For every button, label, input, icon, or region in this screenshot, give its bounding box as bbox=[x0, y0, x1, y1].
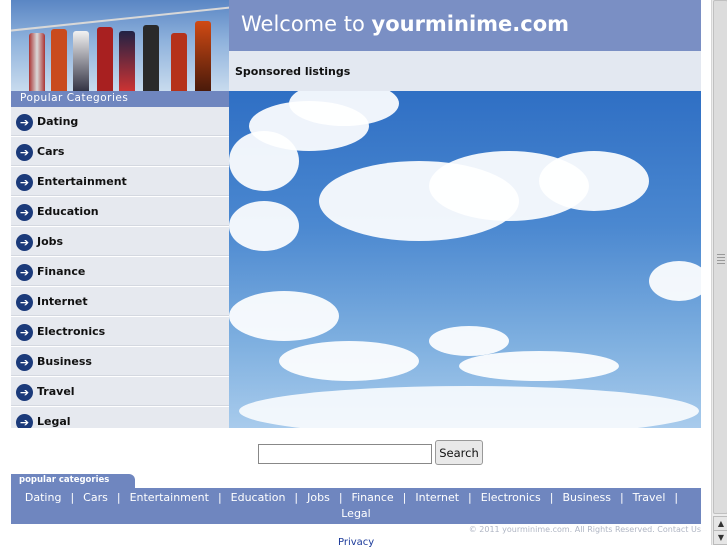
arrow-circle-icon: ➔ bbox=[16, 204, 33, 221]
footer-link[interactable]: Legal bbox=[341, 507, 370, 520]
footer-links-row: Dating | Cars | Entertainment | Education | Jobs… bbox=[11, 490, 701, 505]
sidebar-item-label[interactable]: Internet bbox=[37, 295, 88, 308]
sidebar-item-education[interactable]: ➔ Education bbox=[11, 197, 229, 226]
hanging-garment bbox=[29, 33, 45, 91]
cloud bbox=[239, 386, 699, 428]
cloud bbox=[279, 341, 419, 381]
sidebar-item-label[interactable]: Electronics bbox=[37, 325, 105, 338]
sidebar-item-label[interactable]: Education bbox=[37, 205, 99, 218]
grip-icon bbox=[717, 254, 725, 266]
page-frame: Welcome to yourminime.com Sponsored list… bbox=[11, 0, 701, 548]
cloud bbox=[539, 151, 649, 211]
scroll-up-icon[interactable]: ▲ bbox=[713, 516, 727, 531]
footer-link[interactable]: Electronics bbox=[481, 491, 541, 504]
arrow-circle-icon: ➔ bbox=[16, 144, 33, 161]
cloud bbox=[229, 131, 299, 191]
arrow-circle-icon: ➔ bbox=[16, 294, 33, 311]
footer-separator: | bbox=[402, 491, 407, 504]
hanging-garment bbox=[143, 25, 159, 91]
footer-link[interactable]: Finance bbox=[352, 491, 394, 504]
sky-image bbox=[229, 91, 701, 428]
footer-links-row: Legal bbox=[11, 506, 701, 521]
footer-separator: | bbox=[70, 491, 75, 504]
cloud bbox=[229, 291, 339, 341]
sidebar-item-travel[interactable]: ➔ Travel bbox=[11, 377, 229, 406]
copyright-text: © 2011 yourminime.com. All Rights Reserv… bbox=[468, 525, 701, 534]
arrow-circle-icon: ➔ bbox=[16, 324, 33, 341]
sidebar-item-label[interactable]: Business bbox=[37, 355, 92, 368]
footer-separator: | bbox=[217, 491, 222, 504]
hanging-garment bbox=[171, 33, 187, 91]
hanging-garment bbox=[119, 31, 135, 91]
search-area: Search bbox=[11, 428, 701, 474]
footer-link[interactable]: Dating bbox=[25, 491, 62, 504]
hanging-garment bbox=[97, 27, 113, 91]
sidebar-item-label[interactable]: Entertainment bbox=[37, 175, 127, 188]
sidebar-item-business[interactable]: ➔ Business bbox=[11, 347, 229, 376]
search-button[interactable]: Search bbox=[435, 440, 483, 465]
search-input[interactable] bbox=[258, 444, 432, 464]
sidebar-item-label[interactable]: Jobs bbox=[37, 235, 63, 248]
footer-link[interactable]: Travel bbox=[633, 491, 666, 504]
vertical-scrollbar[interactable]: ▲ ▼ bbox=[711, 0, 727, 545]
footer-separator: | bbox=[549, 491, 554, 504]
sidebar-item-label[interactable]: Dating bbox=[37, 115, 78, 128]
hanging-garment bbox=[73, 31, 89, 91]
footer-category-links: Dating | Cars | Entertainment | Education | Jobs… bbox=[11, 488, 701, 524]
footer-categories-tab: popular categories bbox=[11, 474, 135, 488]
category-nav: ➔ Dating ➔ Cars ➔ Entertainment ➔ Education … bbox=[11, 107, 229, 437]
sidebar-item-cars[interactable]: ➔ Cars bbox=[11, 137, 229, 166]
footer-link[interactable]: Entertainment bbox=[130, 491, 209, 504]
popular-categories-header: Popular Categories bbox=[11, 91, 229, 107]
hanging-garment bbox=[195, 21, 211, 91]
sidebar-item-electronics[interactable]: ➔ Electronics bbox=[11, 317, 229, 346]
arrow-circle-icon: ➔ bbox=[16, 174, 33, 191]
sidebar-item-internet[interactable]: ➔ Internet bbox=[11, 287, 229, 316]
sponsored-label: Sponsored listings bbox=[235, 65, 351, 78]
footer-link[interactable]: Cars bbox=[83, 491, 108, 504]
footer-separator: | bbox=[619, 491, 624, 504]
footer-categories-title: popular categories bbox=[19, 475, 110, 485]
sidebar-item-label[interactable]: Finance bbox=[37, 265, 85, 278]
arrow-circle-icon: ➔ bbox=[16, 264, 33, 281]
footer-link[interactable]: Business bbox=[562, 491, 611, 504]
page-title: Welcome to yourminime.com bbox=[241, 12, 569, 36]
welcome-banner: Welcome to yourminime.com bbox=[229, 0, 701, 51]
sidebar-item-label[interactable]: Legal bbox=[37, 415, 71, 428]
header-photo bbox=[11, 0, 229, 91]
welcome-prefix: Welcome to bbox=[241, 12, 372, 36]
footer-separator: | bbox=[338, 491, 343, 504]
popular-categories-title: Popular Categories bbox=[20, 92, 129, 104]
sidebar-item-finance[interactable]: ➔ Finance bbox=[11, 257, 229, 286]
footer-separator: | bbox=[116, 491, 121, 504]
hanging-garment bbox=[51, 29, 67, 91]
footer-link[interactable]: Education bbox=[231, 491, 286, 504]
footer-separator: | bbox=[674, 491, 679, 504]
footer-separator: | bbox=[294, 491, 299, 504]
footer-link[interactable]: Internet bbox=[415, 491, 459, 504]
sponsored-bar: Sponsored listings bbox=[229, 51, 701, 91]
scrollbar-thumb[interactable] bbox=[713, 0, 727, 514]
cloud bbox=[459, 351, 619, 381]
sidebar-item-label[interactable]: Cars bbox=[37, 145, 64, 158]
arrow-circle-icon: ➔ bbox=[16, 384, 33, 401]
arrow-circle-icon: ➔ bbox=[16, 114, 33, 131]
cloud bbox=[229, 201, 299, 251]
footer-link[interactable]: Jobs bbox=[307, 491, 330, 504]
cloud bbox=[429, 326, 509, 356]
footer-separator: | bbox=[468, 491, 472, 504]
sidebar-item-entertainment[interactable]: ➔ Entertainment bbox=[11, 167, 229, 196]
cloud bbox=[649, 261, 701, 301]
site-name: yourminime.com bbox=[371, 12, 570, 36]
sidebar-item-label[interactable]: Travel bbox=[37, 385, 75, 398]
scroll-down-icon[interactable]: ▼ bbox=[713, 530, 727, 545]
sidebar-item-dating[interactable]: ➔ Dating bbox=[11, 107, 229, 136]
arrow-circle-icon: ➔ bbox=[16, 234, 33, 251]
sidebar-item-jobs[interactable]: ➔ Jobs bbox=[11, 227, 229, 256]
arrow-circle-icon: ➔ bbox=[16, 354, 33, 371]
privacy-link[interactable]: Privacy bbox=[338, 537, 374, 548]
